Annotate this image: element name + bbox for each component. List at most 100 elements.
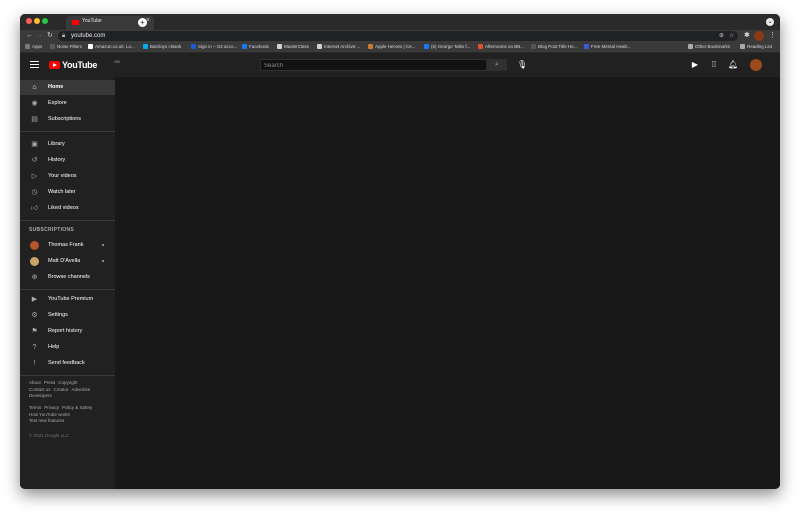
bookmark-favicon-icon — [25, 44, 30, 49]
bookmark-item[interactable]: (6) George Talks f... — [424, 44, 470, 50]
profile-avatar[interactable] — [754, 31, 764, 41]
extensions-icon[interactable]: ✱ — [744, 31, 750, 41]
sidebar-item-explore[interactable]: ◉ Explore — [20, 96, 115, 111]
create-video-icon[interactable]: ▶︎ — [690, 60, 700, 70]
sidebar-item-liked-videos[interactable]: 👍︎ Liked videos — [20, 201, 115, 216]
bookmark-item[interactable]: Internet Archive:... — [317, 44, 360, 50]
install-app-icon[interactable]: ⊕ — [719, 32, 724, 40]
bookmark-item[interactable]: Facebook — [242, 44, 269, 50]
footer-link-policy-safety[interactable]: Policy & Safety — [62, 405, 92, 410]
country-code: GB — [114, 59, 120, 64]
compass-icon: ◉ — [31, 100, 38, 107]
copyright-text: © 2021 Google LLC — [29, 433, 69, 438]
help-icon: ? — [32, 344, 37, 351]
footer-links-1: About Press Copyright Contact us Creator Adv… — [29, 380, 93, 400]
reading-list[interactable]: Reading List — [740, 44, 772, 50]
footer-link-press[interactable]: Press — [44, 380, 56, 385]
tab-title: YouTube — [82, 18, 102, 24]
browser-window: YouTube × + ⌄ ← → ↻ 🔒︎ youtube.com ⊕ ☆ ✱… — [20, 14, 780, 489]
bookmark-item[interactable]: Apple Heroes | Ce... — [368, 44, 415, 50]
bookmark-item[interactable]: Afternoons on BB... — [478, 44, 524, 50]
search-box — [260, 59, 487, 71]
footer-link-copyright[interactable]: Copyright — [58, 380, 77, 385]
sidebar-item-settings[interactable]: ⚙︎ Settings — [20, 308, 115, 323]
url-text: youtube.com — [71, 33, 106, 39]
footer-link-terms[interactable]: Terms — [29, 405, 41, 410]
bookmark-item[interactable]: Blog Post Title He... — [531, 44, 578, 50]
tab-strip: YouTube × + ⌄ — [20, 14, 780, 30]
sidebar-item-your-videos[interactable]: ▷ Your videos — [20, 169, 115, 184]
subscriptions-section-title: SUBSCRIPTIONS — [29, 227, 75, 233]
sidebar-item-browse-channels[interactable]: ⊕ Browse channels — [20, 270, 115, 285]
bookmark-item[interactable]: Amazon.co.uk: Lo... — [88, 44, 135, 50]
footer-link-how-youtube-works[interactable]: How YouTube works — [29, 412, 70, 417]
bookmark-item[interactable]: Apps — [25, 44, 42, 50]
sidebar-item-watch-later[interactable]: ◷ Watch later — [20, 185, 115, 200]
folder-icon — [688, 44, 693, 49]
footer-link-creator[interactable]: Creator — [54, 387, 69, 392]
bookmark-item[interactable]: Barclays i-Bank — [143, 44, 181, 50]
search-input[interactable] — [264, 61, 484, 70]
flag-icon: ⚑ — [31, 328, 38, 335]
sidebar-item-matt-davella[interactable]: Matt D'Avella — [20, 254, 115, 269]
back-button[interactable]: ← — [26, 31, 33, 41]
history-icon: ↺ — [31, 157, 38, 164]
apps-grid-icon[interactable]: ⁞⁞ — [709, 60, 719, 70]
sidebar-item-home[interactable]: ⌂ Home — [20, 80, 115, 95]
bookmark-item[interactable]: Free Mental Healt... — [584, 44, 631, 50]
forward-button[interactable]: → — [36, 31, 43, 41]
account-avatar[interactable] — [750, 59, 762, 71]
footer-link-contact[interactable]: Contact us — [29, 387, 51, 392]
bookmark-favicon-icon — [368, 44, 373, 49]
youtube-favicon-icon — [72, 20, 79, 25]
library-icon: ▣ — [31, 141, 38, 148]
main-content — [115, 77, 780, 489]
sidebar-item-subscriptions[interactable]: ▤ Subscriptions — [20, 112, 115, 127]
divider — [20, 289, 115, 290]
new-content-dot-icon — [102, 260, 104, 262]
search-button[interactable]: ⌕ — [487, 59, 507, 71]
your-videos-icon: ▷ — [31, 173, 38, 180]
bookmark-item[interactable]: Sign in – O2 acco... — [191, 44, 237, 50]
bookmark-favicon-icon — [424, 44, 429, 49]
sidebar-item-youtube-premium[interactable]: ▶︎ YouTube Premium — [20, 292, 115, 307]
bookmark-item[interactable]: MasterClass — [277, 44, 309, 50]
footer-link-developers[interactable]: Developers — [29, 393, 52, 398]
browser-menu-icon[interactable]: ⋮ — [769, 31, 776, 41]
minimize-window-button[interactable] — [34, 18, 40, 24]
footer-link-test-new-features[interactable]: Test new features — [29, 418, 64, 423]
sidebar-item-thomas-frank[interactable]: Thomas Frank — [20, 238, 115, 253]
divider — [20, 220, 115, 221]
subscriptions-icon: ▤ — [31, 116, 38, 123]
gear-icon: ⚙︎ — [31, 312, 38, 319]
bookmark-star-icon[interactable]: ☆ — [729, 32, 734, 40]
hamburger-menu-icon[interactable] — [30, 61, 39, 68]
bookmark-favicon-icon — [143, 44, 148, 49]
youtube-play-icon — [49, 61, 60, 69]
new-content-dot-icon — [102, 244, 104, 246]
sidebar-item-history[interactable]: ↺ History — [20, 153, 115, 168]
bookmark-favicon-icon — [50, 44, 55, 49]
footer-link-privacy[interactable]: Privacy — [44, 405, 59, 410]
microphone-icon[interactable]: 🎙︎ — [517, 60, 527, 70]
bookmark-favicon-icon — [88, 44, 93, 49]
youtube-premium-icon: ▶︎ — [31, 296, 38, 303]
maximize-window-button[interactable] — [42, 18, 48, 24]
other-bookmarks[interactable]: Other Bookmarks — [688, 44, 730, 50]
divider — [20, 131, 115, 132]
reload-button[interactable]: ↻ — [47, 31, 53, 41]
footer-link-about[interactable]: About — [29, 380, 41, 385]
close-window-button[interactable] — [26, 18, 32, 24]
footer-link-advertise[interactable]: Advertise — [72, 387, 91, 392]
address-bar[interactable]: 🔒︎ youtube.com ⊕ ☆ — [58, 31, 738, 41]
notifications-bell-icon[interactable]: 🔔︎ — [728, 60, 738, 70]
feedback-icon: ! — [33, 360, 36, 367]
sidebar-item-library[interactable]: ▣ Library — [20, 137, 115, 152]
sidebar-item-help[interactable]: ? Help — [20, 340, 115, 355]
browser-toolbar: ← → ↻ 🔒︎ youtube.com ⊕ ☆ ✱ ⋮ — [20, 30, 780, 42]
bookmark-item[interactable]: Noise Filters — [50, 44, 82, 50]
tab-search-icon[interactable]: ⌄ — [766, 18, 774, 26]
new-tab-button[interactable]: + — [138, 18, 147, 27]
sidebar-item-send-feedback[interactable]: ! Send feedback — [20, 356, 115, 371]
sidebar-item-report-history[interactable]: ⚑ Report history — [20, 324, 115, 339]
